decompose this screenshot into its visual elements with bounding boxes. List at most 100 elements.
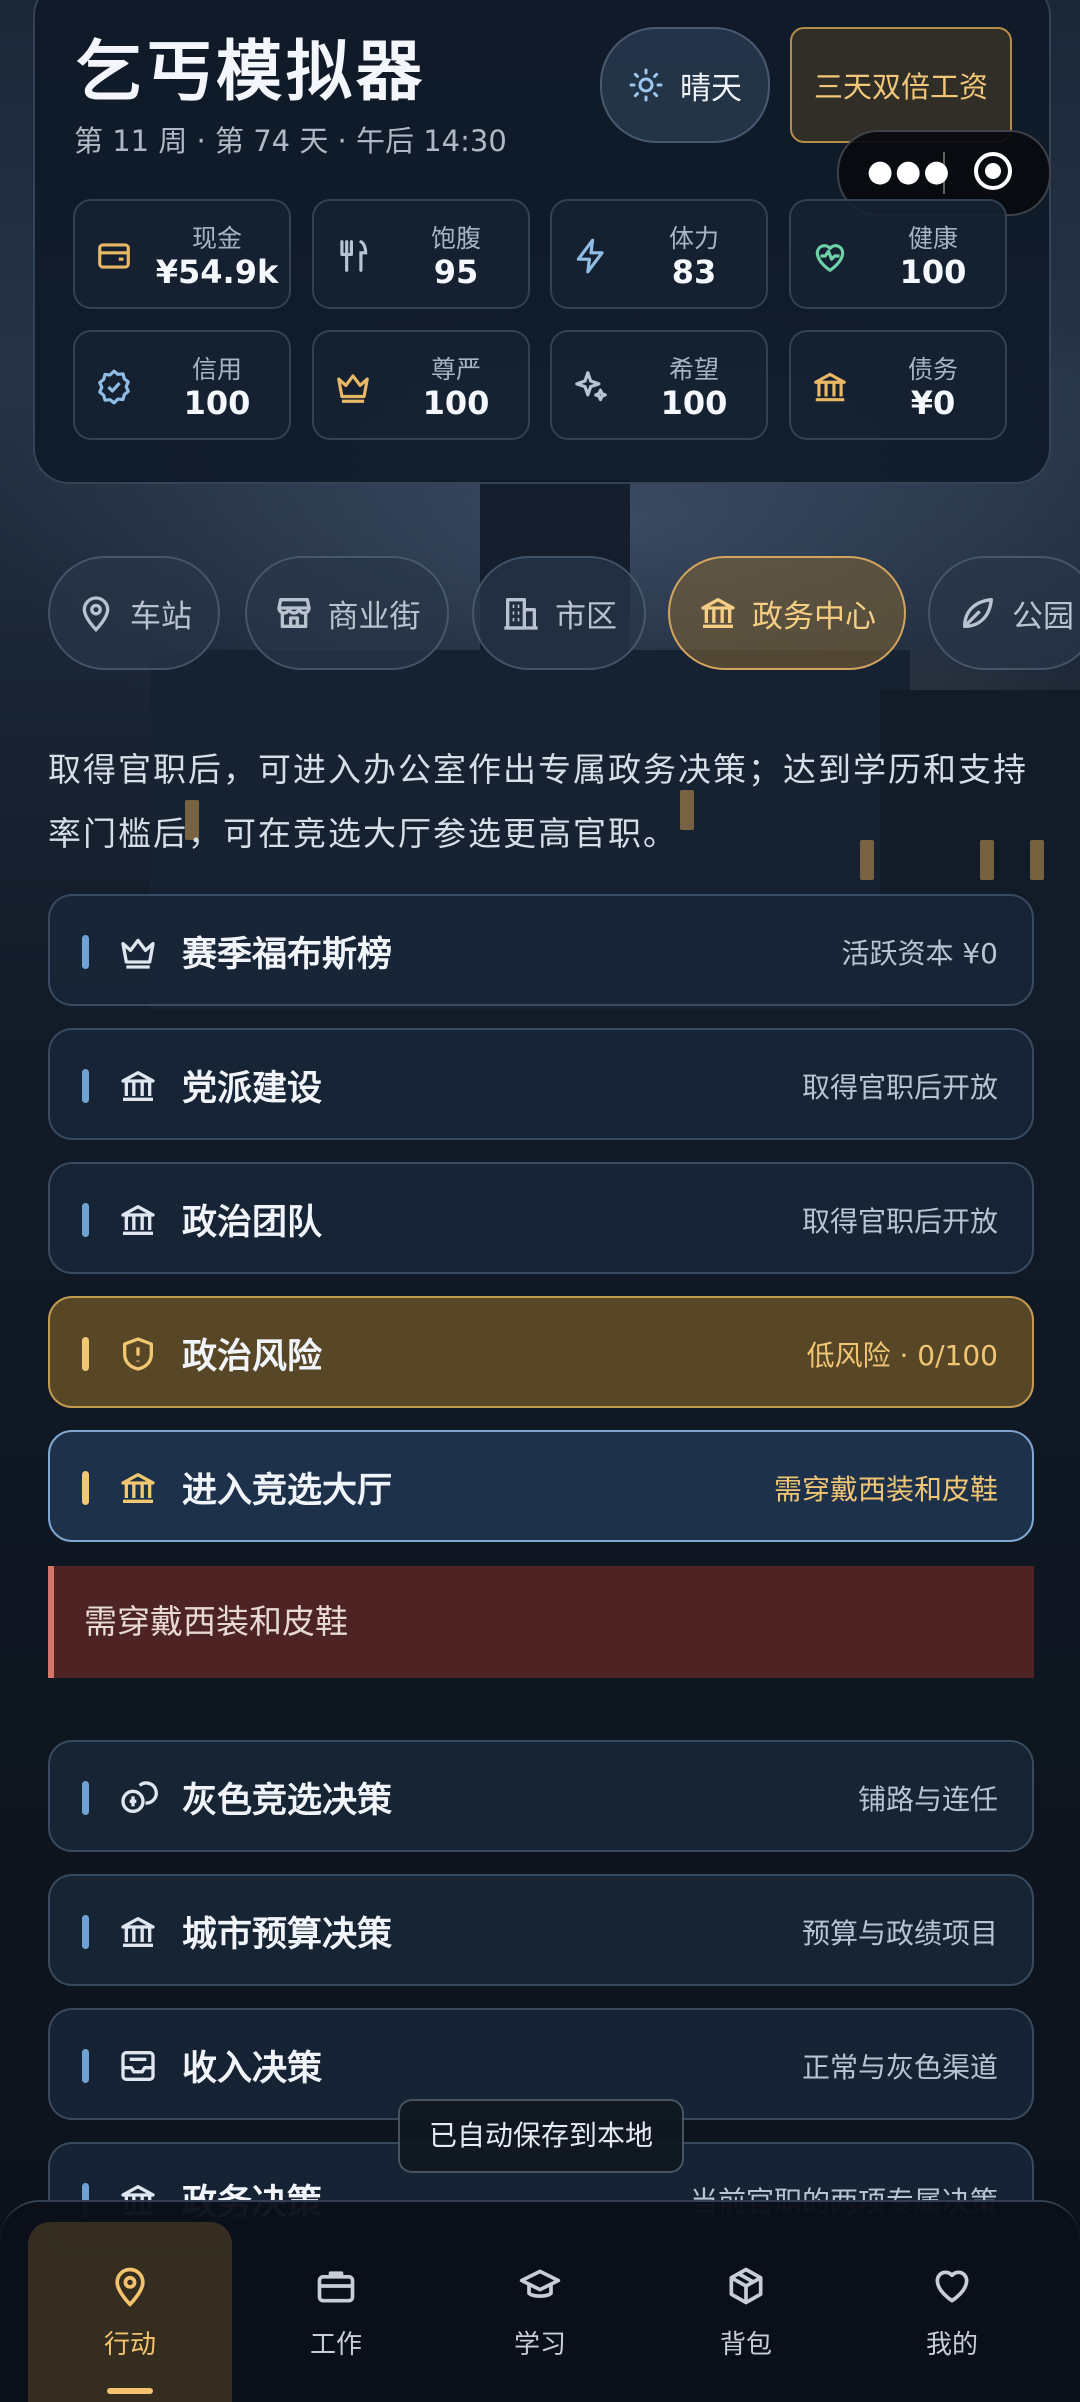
stat-value: 100 — [422, 384, 490, 422]
tab-label: 公园 — [1012, 598, 1074, 635]
stat-health: 健康 100 — [789, 199, 1007, 309]
heart-icon — [935, 2269, 969, 2302]
action-election-hall[interactable]: 进入竞选大厅 需穿戴西装和皮鞋 — [48, 1430, 1034, 1542]
more-icon[interactable]: ●●● — [867, 154, 952, 189]
inbox-icon — [121, 2051, 155, 2081]
nav-label: 工作 — [309, 2329, 362, 2360]
stat-credit: 信用 100 — [73, 330, 291, 440]
package-icon — [729, 2267, 763, 2304]
stat-label: 现金 — [191, 224, 242, 253]
row-title: 党派建设 — [182, 1069, 323, 1109]
sun-icon — [629, 68, 663, 102]
row-title: 政治风险 — [182, 1337, 323, 1377]
stat-label: 尊严 — [430, 355, 481, 384]
close-target-icon[interactable] — [974, 152, 1012, 190]
stat-label: 体力 — [668, 224, 719, 253]
row-status: 活跃资本 ¥0 — [841, 937, 998, 970]
stat-value: ¥54.9k — [155, 253, 279, 291]
bottom-navigation: 行动 工作 学习 背包 我的 — [0, 2200, 1080, 2402]
row-status: 铺路与连任 — [857, 1783, 998, 1816]
stat-value: 83 — [671, 253, 717, 291]
stat-value: ¥0 — [910, 384, 956, 422]
nav-profile[interactable]: 我的 — [850, 2222, 1054, 2402]
row-title: 政治团队 — [182, 1203, 323, 1243]
crown-icon — [121, 938, 155, 969]
weather-label: 晴天 — [680, 70, 742, 107]
stat-stamina: 体力 83 — [550, 199, 768, 309]
row-title: 灰色竞选决策 — [182, 1781, 393, 1821]
tab-label: 车站 — [130, 598, 192, 635]
shield-alert-icon — [123, 1337, 153, 1371]
decision-gray-election[interactable]: 灰色竞选决策 铺路与连任 — [48, 1740, 1034, 1852]
stat-value: 100 — [183, 384, 251, 422]
nav-study[interactable]: 学习 — [438, 2222, 642, 2402]
weather-button[interactable]: 晴天 — [600, 27, 770, 143]
tab-commercial-street[interactable]: 商业街 — [245, 556, 449, 670]
row-indicator — [82, 1471, 89, 1505]
buildings-icon — [504, 598, 538, 630]
decision-city-budget[interactable]: 城市预算决策 预算与政绩项目 — [48, 1874, 1034, 1986]
stat-label: 债务 — [907, 355, 958, 384]
store-icon — [276, 598, 311, 628]
tab-station[interactable]: 车站 — [48, 556, 220, 670]
nav-label: 行动 — [103, 2329, 156, 2360]
double-pay-button[interactable]: 三天双倍工资 — [790, 27, 1012, 143]
stat-label: 饱腹 — [430, 224, 481, 253]
stat-label: 信用 — [191, 355, 242, 384]
capsule-divider — [943, 152, 945, 194]
action-party-building[interactable]: 党派建设 取得官职后开放 — [48, 1028, 1034, 1140]
row-indicator — [82, 1069, 89, 1103]
stat-value: 100 — [660, 384, 728, 422]
nav-action[interactable]: 行动 — [28, 2222, 232, 2402]
nav-label: 背包 — [719, 2329, 772, 2360]
game-time: 第 11 周 · 第 74 天 · 午后 14:30 — [74, 124, 507, 158]
action-forbes-ranking[interactable]: 赛季福布斯榜 活跃资本 ¥0 — [48, 894, 1034, 1006]
row-status: 正常与灰色渠道 — [801, 2051, 998, 2084]
action-political-team[interactable]: 政治团队 取得官职后开放 — [48, 1162, 1034, 1274]
row-title: 赛季福布斯榜 — [182, 935, 393, 975]
stat-dignity: 尊严 100 — [312, 330, 530, 440]
government-icon — [701, 598, 735, 628]
government-icon — [121, 1917, 155, 1947]
nav-label: 学习 — [513, 2329, 566, 2360]
row-indicator — [82, 935, 89, 969]
row-status: 低风险 · 0/100 — [806, 1339, 998, 1372]
stat-value: 95 — [433, 253, 479, 291]
stat-cash: 现金 ¥54.9k — [73, 199, 291, 309]
row-indicator — [82, 1915, 89, 1949]
row-status: 预算与政绩项目 — [801, 1917, 998, 1950]
row-indicator — [82, 1203, 89, 1237]
tab-label: 政务中心 — [752, 598, 876, 635]
tab-downtown[interactable]: 市区 — [472, 556, 646, 670]
nav-work[interactable]: 工作 — [234, 2222, 438, 2402]
active-indicator — [107, 2388, 153, 2394]
row-indicator — [82, 1781, 89, 1815]
stat-value: 100 — [899, 253, 967, 291]
nav-backpack[interactable]: 背包 — [644, 2222, 848, 2402]
location-description: 取得官职后，可进入办公室作出专属政务决策；达到学历和支持率门槛后，可在竞选大厅参… — [48, 750, 1028, 853]
nav-label: 我的 — [925, 2329, 978, 2360]
government-icon — [121, 1071, 155, 1101]
row-status: 取得官职后开放 — [801, 1071, 998, 1104]
row-title: 城市预算决策 — [182, 1915, 393, 1955]
pin-icon — [82, 596, 110, 633]
leaf-icon — [963, 598, 993, 628]
graduation-cap-icon — [519, 2269, 561, 2298]
action-political-risk[interactable]: 政治风险 低风险 · 0/100 — [48, 1296, 1034, 1408]
stat-satiety: 饱腹 95 — [312, 199, 530, 309]
autosave-toast: 已自动保存到本地 — [398, 2099, 684, 2173]
stat-hope: 希望 100 — [550, 330, 768, 440]
row-indicator — [82, 1337, 89, 1371]
map-pin-icon — [115, 2267, 145, 2307]
stat-label: 希望 — [668, 355, 719, 384]
tab-park[interactable]: 公园 — [928, 556, 1080, 670]
tab-label: 商业街 — [327, 598, 421, 635]
app-title: 乞丐模拟器 — [76, 32, 426, 110]
stat-debt: 债务 ¥0 — [789, 330, 1007, 440]
row-title: 进入竞选大厅 — [182, 1471, 393, 1511]
stat-label: 健康 — [907, 224, 958, 253]
government-icon — [121, 1205, 155, 1235]
tab-government-center[interactable]: 政务中心 — [668, 556, 906, 670]
row-indicator — [82, 2049, 89, 2083]
row-status: 取得官职后开放 — [801, 1205, 998, 1238]
